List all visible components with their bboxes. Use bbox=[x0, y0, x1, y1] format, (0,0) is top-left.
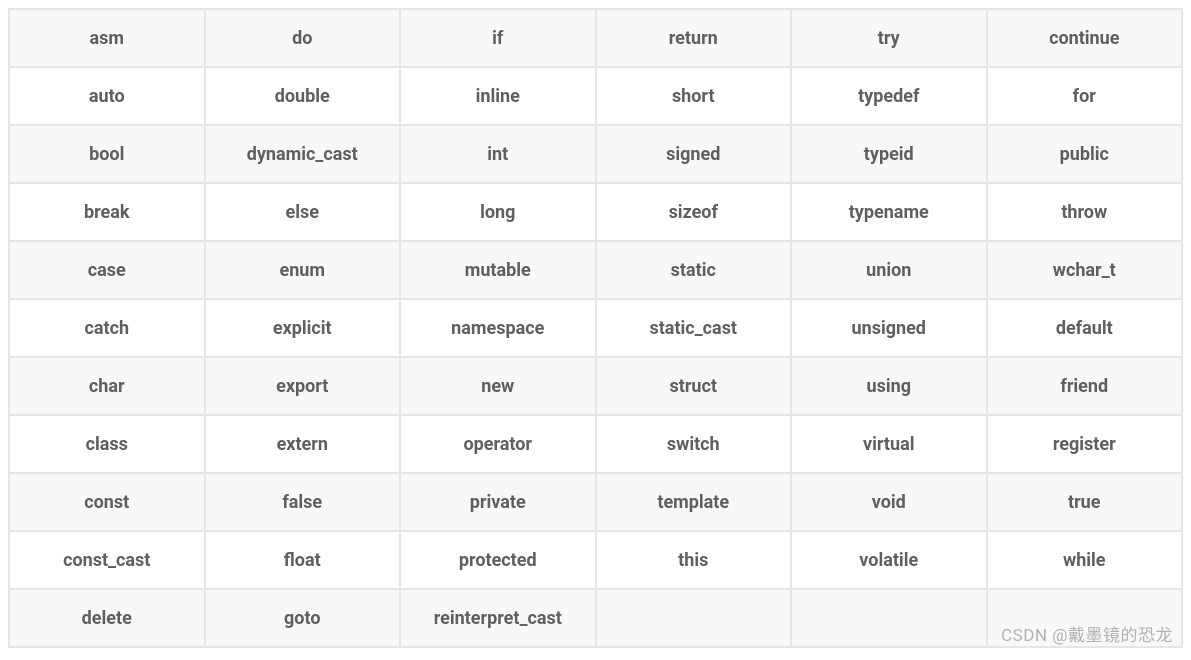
keyword-cell: catch bbox=[9, 299, 205, 357]
keyword-cell: static bbox=[596, 241, 792, 299]
keyword-cell: volatile bbox=[791, 531, 987, 589]
keyword-cell: else bbox=[205, 183, 401, 241]
keyword-cell: wchar_t bbox=[987, 241, 1183, 299]
table-row: asm do if return try continue bbox=[9, 9, 1182, 67]
table-row: char export new struct using friend bbox=[9, 357, 1182, 415]
keyword-cell: using bbox=[791, 357, 987, 415]
keyword-cell: delete bbox=[9, 589, 205, 647]
keyword-cell: while bbox=[987, 531, 1183, 589]
keyword-cell: true bbox=[987, 473, 1183, 531]
keyword-cell: this bbox=[596, 531, 792, 589]
keyword-cell: namespace bbox=[400, 299, 596, 357]
table-row: auto double inline short typedef for bbox=[9, 67, 1182, 125]
keyword-cell: break bbox=[9, 183, 205, 241]
keyword-cell: return bbox=[596, 9, 792, 67]
keyword-cell: default bbox=[987, 299, 1183, 357]
keyword-cell: const_cast bbox=[9, 531, 205, 589]
keyword-cell: explicit bbox=[205, 299, 401, 357]
keyword-cell: goto bbox=[205, 589, 401, 647]
keyword-cell: false bbox=[205, 473, 401, 531]
table-row: bool dynamic_cast int signed typeid publ… bbox=[9, 125, 1182, 183]
keyword-cell: short bbox=[596, 67, 792, 125]
keyword-cell: public bbox=[987, 125, 1183, 183]
keyword-cell: class bbox=[9, 415, 205, 473]
keyword-cell: typename bbox=[791, 183, 987, 241]
keyword-cell: new bbox=[400, 357, 596, 415]
keyword-cell: mutable bbox=[400, 241, 596, 299]
keyword-cell: case bbox=[9, 241, 205, 299]
keyword-cell: typedef bbox=[791, 67, 987, 125]
keyword-cell: enum bbox=[205, 241, 401, 299]
keyword-cell: private bbox=[400, 473, 596, 531]
keyword-cell: asm bbox=[9, 9, 205, 67]
keyword-cell: extern bbox=[205, 415, 401, 473]
keyword-cell: try bbox=[791, 9, 987, 67]
keyword-cell: dynamic_cast bbox=[205, 125, 401, 183]
keyword-cell: bool bbox=[9, 125, 205, 183]
keyword-cell: void bbox=[791, 473, 987, 531]
keyword-cell: for bbox=[987, 67, 1183, 125]
keyword-cell: reinterpret_cast bbox=[400, 589, 596, 647]
keyword-cell: int bbox=[400, 125, 596, 183]
keyword-cell bbox=[791, 589, 987, 647]
keyword-cell bbox=[987, 589, 1183, 647]
keyword-cell: template bbox=[596, 473, 792, 531]
keyword-cell: const bbox=[9, 473, 205, 531]
table-row: delete goto reinterpret_cast bbox=[9, 589, 1182, 647]
keyword-cell: long bbox=[400, 183, 596, 241]
keyword-cell: sizeof bbox=[596, 183, 792, 241]
table-row: case enum mutable static union wchar_t bbox=[9, 241, 1182, 299]
keyword-cell: signed bbox=[596, 125, 792, 183]
keyword-cell: register bbox=[987, 415, 1183, 473]
keyword-cell: virtual bbox=[791, 415, 987, 473]
keyword-cell: protected bbox=[400, 531, 596, 589]
keyword-cell: export bbox=[205, 357, 401, 415]
keyword-cell: inline bbox=[400, 67, 596, 125]
keyword-cell: struct bbox=[596, 357, 792, 415]
keywords-table: asm do if return try continue auto doubl… bbox=[8, 8, 1183, 648]
table-row: const_cast float protected this volatile… bbox=[9, 531, 1182, 589]
keyword-cell: auto bbox=[9, 67, 205, 125]
keyword-cell: float bbox=[205, 531, 401, 589]
table-row: class extern operator switch virtual reg… bbox=[9, 415, 1182, 473]
keyword-cell: operator bbox=[400, 415, 596, 473]
keyword-cell: continue bbox=[987, 9, 1183, 67]
keyword-cell bbox=[596, 589, 792, 647]
table-row: catch explicit namespace static_cast uns… bbox=[9, 299, 1182, 357]
keyword-cell: double bbox=[205, 67, 401, 125]
keyword-cell: unsigned bbox=[791, 299, 987, 357]
keyword-cell: switch bbox=[596, 415, 792, 473]
keyword-cell: throw bbox=[987, 183, 1183, 241]
table-row: break else long sizeof typename throw bbox=[9, 183, 1182, 241]
table-row: const false private template void true bbox=[9, 473, 1182, 531]
keyword-cell: if bbox=[400, 9, 596, 67]
keyword-cell: char bbox=[9, 357, 205, 415]
keyword-cell: union bbox=[791, 241, 987, 299]
keyword-cell: friend bbox=[987, 357, 1183, 415]
keyword-cell: static_cast bbox=[596, 299, 792, 357]
keyword-cell: typeid bbox=[791, 125, 987, 183]
keyword-cell: do bbox=[205, 9, 401, 67]
